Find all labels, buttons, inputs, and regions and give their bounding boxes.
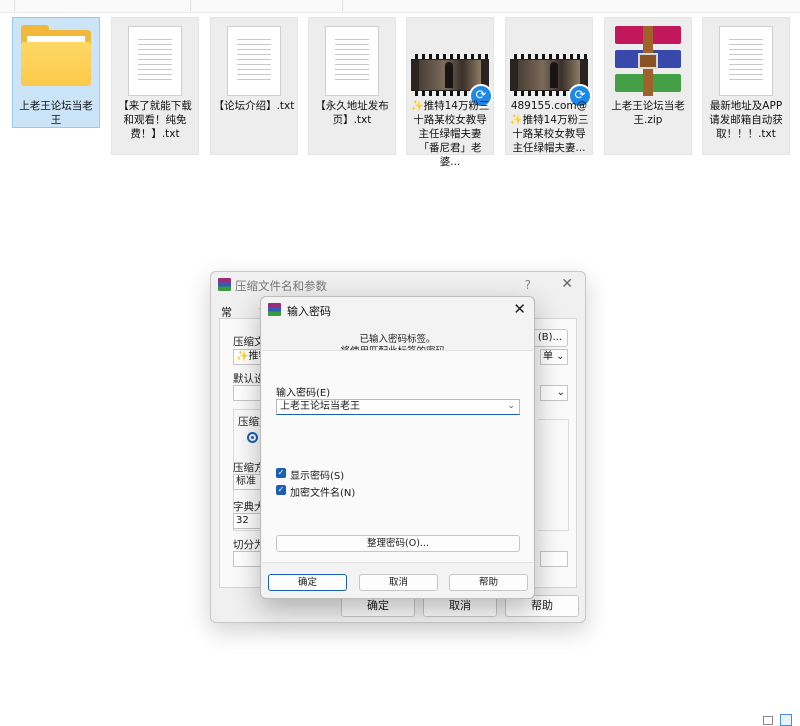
file-tile-video[interactable]: ⟳ ✨推特14万粉三十路某校女教导主任绿帽夫妻「番尼君」老婆... <box>406 17 494 168</box>
encrypt-filenames-checkbox[interactable]: ✓ <box>276 485 286 495</box>
show-password-checkbox[interactable]: ✓ <box>276 468 286 478</box>
ok-button[interactable]: 确定 <box>268 574 347 591</box>
dialog-title: 压缩文件名和参数 <box>235 279 327 293</box>
dialog-title: 输入密码 <box>287 305 331 318</box>
dialog-titlebar: 输入密码 ✕ <box>261 297 534 321</box>
file-name: 【论坛介绍】.txt <box>213 100 295 112</box>
password-label: 输入密码(E) <box>276 388 331 399</box>
help-icon[interactable]: ? <box>525 278 531 292</box>
file-tile-txt[interactable]: 【来了就能下载和观看！纯免费！】.txt <box>111 17 199 155</box>
file-name: 最新地址及APP请发邮箱自动获取！！！.txt <box>709 100 783 140</box>
options-group <box>538 419 569 531</box>
top-strip-segment <box>0 0 15 11</box>
top-strip-segment <box>14 0 191 11</box>
file-tile-txt[interactable]: 最新地址及APP请发邮箱自动获取！！！.txt <box>702 17 790 155</box>
video-thumbnail-icon: ⟳ <box>510 54 592 108</box>
password-dialog: 输入密码 ✕ 已输入密码标签。 将使用匹配此标签的密码。 输入密码(E) 上老王… <box>260 296 535 599</box>
text-file-icon <box>719 26 773 96</box>
file-tile-video[interactable]: ⟳ 489155.com@✨推特14万粉三十路某校女教导主任绿帽夫妻... <box>505 17 593 155</box>
file-tile-folder[interactable]: 上老王论坛当老王 <box>12 17 100 128</box>
close-icon[interactable]: ✕ <box>561 276 573 292</box>
chevron-down-icon[interactable]: ⌄ <box>507 400 515 412</box>
tiles-view-icon[interactable] <box>780 714 792 726</box>
close-icon[interactable]: ✕ <box>513 300 526 318</box>
text-file-icon <box>128 26 182 96</box>
file-tile-txt[interactable]: 【永久地址发布页】.txt <box>308 17 396 155</box>
profile-dropdown[interactable]: ⌄ <box>540 385 568 401</box>
volume-select[interactable]: 单 ⌄ <box>540 349 568 365</box>
file-name: ✨推特14万粉三十路某校女教导主任绿帽夫妻「番尼君」老婆... <box>410 100 490 168</box>
top-strip-segment <box>190 0 343 11</box>
browse-button[interactable]: (B)... <box>532 329 568 347</box>
file-tile-txt[interactable]: 【论坛介绍】.txt <box>210 17 298 155</box>
folder-icon <box>21 25 91 86</box>
file-name: 上老王论坛当老王 <box>19 100 93 126</box>
password-input[interactable]: 上老王论坛当老王 ⌄ <box>276 399 520 415</box>
cancel-button[interactable]: 取消 <box>359 574 438 591</box>
explorer-top-strip <box>0 0 800 13</box>
file-name: 【来了就能下载和观看！纯免费！】.txt <box>118 100 192 140</box>
details-view-icon[interactable] <box>763 716 773 725</box>
winrar-icon <box>268 303 281 316</box>
show-password-label: 显示密码(S) <box>290 471 345 482</box>
volume-select-value: 单 <box>543 351 553 362</box>
file-tile-zip[interactable]: 上老王论坛当老王.zip <box>604 17 692 155</box>
text-file-icon <box>325 26 379 96</box>
file-name: 489155.com@✨推特14万粉三十路某校女教导主任绿帽夫妻... <box>509 100 589 154</box>
encrypt-filenames-label: 加密文件名(N) <box>290 488 356 499</box>
text-file-icon <box>227 26 281 96</box>
password-value: 上老王论坛当老王 <box>280 401 360 412</box>
winrar-icon <box>218 278 231 291</box>
organize-passwords-button[interactable]: 整理密码(O)... <box>276 535 520 552</box>
file-name: 上老王论坛当老王.zip <box>611 100 685 126</box>
file-name: 【永久地址发布页】.txt <box>315 100 389 126</box>
video-thumbnail-icon: ⟳ <box>411 54 493 108</box>
format-radio-rar[interactable] <box>247 432 258 443</box>
dialog-body <box>262 350 533 563</box>
winrar-archive-icon <box>615 26 681 96</box>
split-unit-field[interactable] <box>540 551 568 567</box>
help-button[interactable]: 帮助 <box>449 574 528 591</box>
